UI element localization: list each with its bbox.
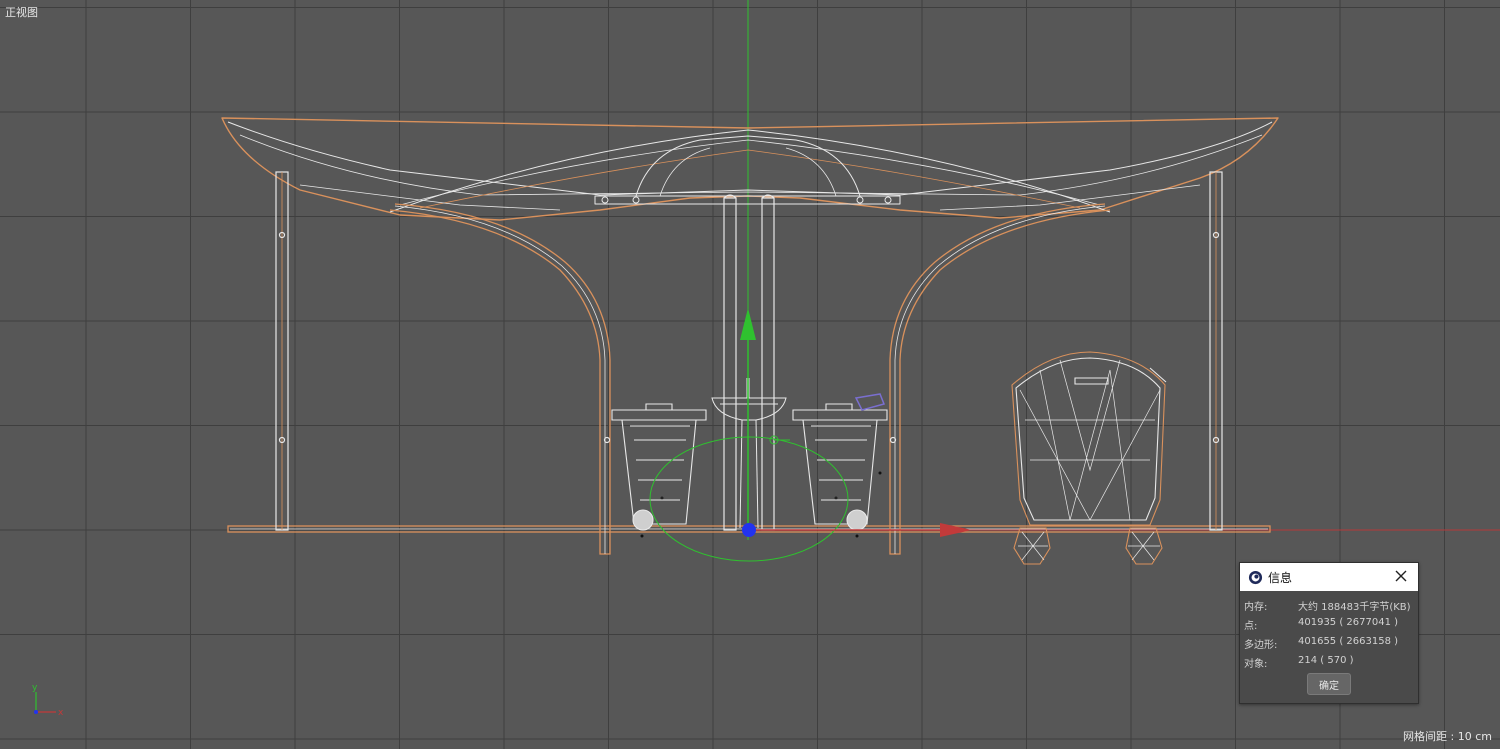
rotation-ring[interactable] (649, 436, 849, 562)
viewport-title[interactable]: 正视图 (5, 4, 38, 20)
info-value: 401655 ( 2663158 ) (1298, 636, 1399, 647)
arch-supports[interactable] (389, 203, 1111, 555)
container-wheel-right (1125, 527, 1163, 565)
grid-spacing-readout: 网格间距 : 10 cm (1403, 730, 1492, 743)
info-row-polygons: 多边形: 401655 ( 2663158 ) (1244, 634, 1414, 652)
info-value: 大约 188483千字节(KB) (1298, 602, 1411, 613)
info-dialog-header[interactable]: 信息 (1240, 563, 1418, 591)
info-value: 214 ( 570 ) (1298, 655, 1354, 666)
info-dialog-title: 信息 (1268, 570, 1293, 585)
canopy-roof[interactable] (221, 117, 1279, 221)
close-icon[interactable] (1393, 568, 1409, 584)
info-value: 401935 ( 2677041 ) (1298, 617, 1399, 628)
ok-button[interactable]: 确定 (1307, 673, 1351, 695)
gizmo-origin-z[interactable] (742, 523, 756, 537)
info-label: 多边形: (1244, 640, 1278, 651)
gizmo-x-arrow[interactable] (940, 523, 972, 537)
object-handle-indicator (854, 393, 886, 411)
trash-bin-right[interactable] (792, 403, 888, 531)
axis-orientation-widget: y x (32, 683, 64, 718)
side-posts[interactable] (275, 171, 1223, 531)
trash-bin-left[interactable] (611, 403, 707, 531)
transform-gizmo[interactable] (649, 308, 972, 562)
gizmo-y-arrow[interactable] (740, 308, 756, 340)
vertex-markers (640, 471, 882, 538)
info-label: 点: (1244, 621, 1258, 632)
info-label: 内存: (1244, 602, 1268, 613)
sink-basin[interactable] (711, 378, 787, 529)
axis-widget-y-label: y (32, 683, 38, 693)
cinema4d-logo-icon (1248, 570, 1263, 584)
front-viewport[interactable]: 正视图 y x 网格间距 : 10 cm 信息 内存: 大约 188483千字节… (0, 0, 1500, 749)
info-label: 对象: (1244, 659, 1268, 670)
info-dialog[interactable]: 信息 内存: 大约 188483千字节(KB) 点: 401935 ( 2677… (1239, 562, 1419, 704)
info-row-points: 点: 401935 ( 2677041 ) (1244, 615, 1414, 633)
info-row-objects: 对象: 214 ( 570 ) (1244, 653, 1414, 671)
axis-widget-x-label: x (58, 708, 64, 718)
info-row-memory: 内存: 大约 188483千字节(KB) (1244, 596, 1414, 614)
container-wheel-left (1013, 527, 1051, 565)
